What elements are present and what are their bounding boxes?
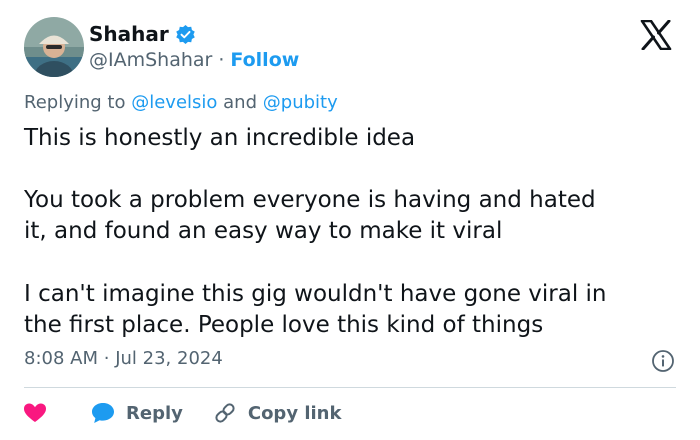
tweet-text-line: You took a problem everyone is having an… [24, 187, 596, 213]
author-name[interactable]: Shahar [89, 22, 169, 46]
replying-prefix: Replying to [24, 92, 126, 113]
author-name-row: Shahar [89, 21, 196, 47]
verified-badge-icon [175, 24, 195, 44]
action-bar: Reply Copy link [22, 398, 341, 428]
tweet-timestamp[interactable]: 8:08 AM · Jul 23, 2024 [24, 348, 223, 369]
info-icon[interactable] [651, 349, 675, 373]
tweet-text-line: the first place. People love this kind o… [24, 312, 544, 338]
reply-button[interactable]: Reply [90, 400, 183, 426]
heart-icon [24, 403, 46, 422]
divider [24, 387, 676, 388]
replying-conjunction: and [223, 92, 258, 113]
tweet-text-line: I can't imagine this gig wouldn't have g… [24, 281, 607, 307]
link-icon [215, 403, 235, 423]
speech-bubble-icon [92, 403, 114, 423]
tweet-time: 8:08 AM [24, 348, 98, 369]
copy-link-label: Copy link [247, 402, 342, 424]
like-button[interactable] [22, 400, 48, 426]
handle-separator: · [218, 49, 225, 71]
replying-to: Replying to @levelsio and @pubity [24, 92, 338, 113]
follow-link[interactable]: Follow [230, 49, 299, 71]
mention-link[interactable]: @pubity [263, 92, 338, 113]
tweet-date: Jul 23, 2024 [115, 348, 223, 369]
reply-label: Reply [126, 402, 183, 424]
author-handle-row: @IAmShahar · Follow [89, 47, 299, 73]
tweet-text-line: it, and found an easy way to make it vir… [24, 218, 503, 244]
avatar[interactable] [24, 17, 84, 77]
author-handle[interactable]: @IAmShahar [89, 49, 212, 71]
x-logo-icon[interactable] [640, 20, 672, 50]
tweet-text-line: This is honestly an incredible idea [24, 125, 416, 151]
mention-link[interactable]: @levelsio [131, 92, 217, 113]
timestamp-separator: · [103, 348, 110, 369]
copy-link-button[interactable]: Copy link [212, 400, 342, 426]
